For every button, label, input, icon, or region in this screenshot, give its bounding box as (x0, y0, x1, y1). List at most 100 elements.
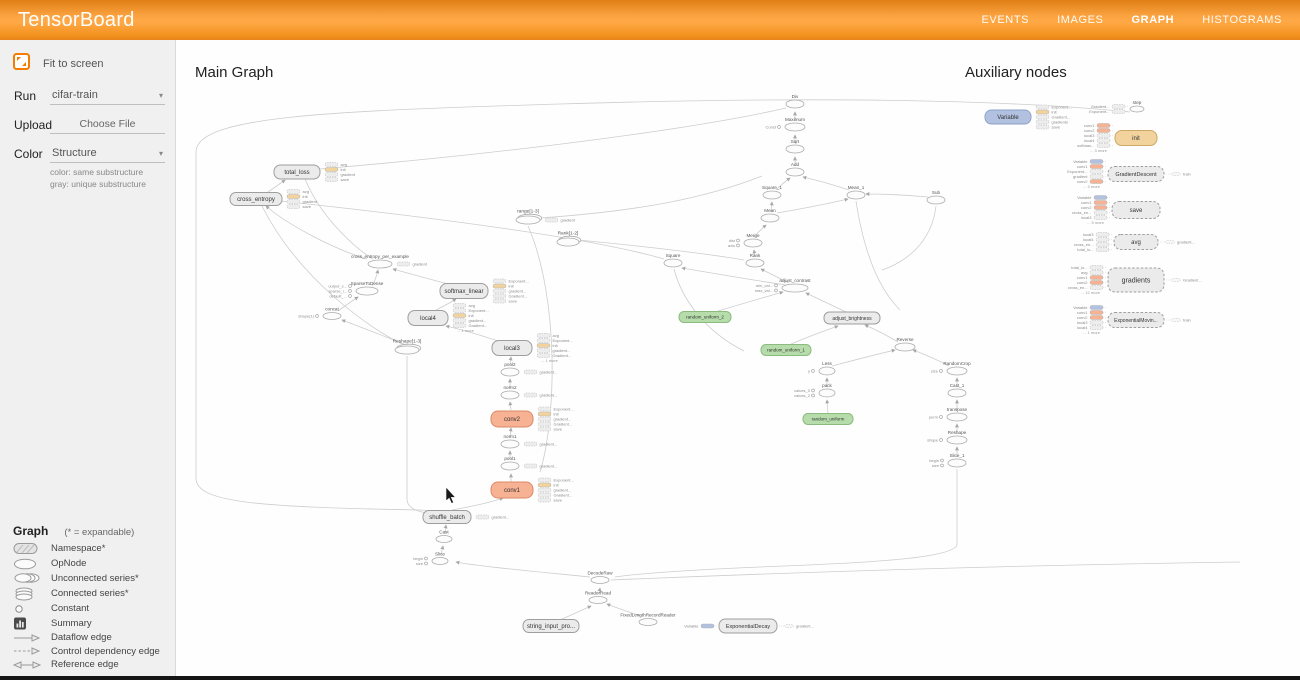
graph-node-sparse-to-dense[interactable]: SparseToDenseoutput_s...sparse_i...defau… (328, 281, 383, 299)
graph-node-random-uniform[interactable]: random_uniform (803, 414, 853, 425)
graph-node-rank[interactable]: Rank (746, 253, 764, 267)
graph-node-step[interactable]: stepGradient...Exponent... (1089, 100, 1144, 114)
graph-node-square[interactable]: Square (664, 253, 682, 267)
sidebar: Fit to screen Run cifar-train ▾ Upload C… (0, 40, 176, 676)
graph-node-string-input-producer[interactable]: string_input_pro... (523, 620, 579, 633)
fit-to-screen-icon (12, 52, 31, 76)
svg-text:gradient...: gradient... (1177, 240, 1195, 245)
svg-text:pool2: pool2 (504, 362, 516, 367)
graph-node-gradient-descent[interactable]: GradientDescentVariableconv1Exponent...g… (1067, 159, 1191, 189)
graph-node-exponential-decay[interactable]: ExponentialDecayVariablegradient... (684, 619, 814, 633)
graph-node-concat[interactable]: concatshape(1) (298, 307, 341, 320)
svg-text:local3: local3 (504, 346, 520, 352)
graph-node-decode-raw[interactable]: DecodeRaw (587, 571, 613, 584)
graph-node-square-1[interactable]: Square_1 (762, 185, 782, 199)
graph-node-transpose[interactable]: transposeperm (929, 407, 968, 421)
graph-node-fixed-length-record-reader[interactable]: FixedLengthRecordReader (620, 613, 676, 626)
graph-node-local3[interactable]: local3avgExponent...initgradient...Gradi… (492, 333, 573, 363)
svg-text:Rank[1-2]: Rank[1-2] (558, 231, 579, 237)
graph-node-norm1[interactable]: norm1gradient... (501, 434, 557, 448)
summary-icon (13, 617, 43, 630)
svg-text:random_uniform: random_uniform (812, 417, 845, 422)
graph-node-shuffle-batch[interactable]: shuffle_batchgradient... (423, 511, 509, 524)
fit-to-screen-label: Fit to screen (43, 58, 104, 70)
graph-node-reader-read[interactable]: ReaderRead (585, 591, 611, 604)
graph-node-adjust-contrast[interactable]: adjust_contrastmin_val...max_val... (755, 278, 812, 293)
graph-node-norm2[interactable]: norm2gradient... (501, 385, 557, 399)
svg-text:Reshape[1-3]: Reshape[1-3] (393, 339, 422, 345)
graph-node-variable[interactable]: VariableExponent...initGradient...gradie… (985, 105, 1072, 130)
svg-text:gradient...: gradient... (540, 370, 558, 375)
svg-text:local4: local4 (420, 316, 436, 322)
graph-node-reshape[interactable]: Reshapeshape (927, 430, 967, 444)
svg-text:conv2: conv2 (504, 417, 521, 423)
graph-node-cast-1[interactable]: Cast_1 (948, 383, 966, 397)
svg-text:gradients: gradients (1122, 278, 1151, 285)
svg-text:Slice: Slice (435, 552, 445, 557)
graph-node-conv2[interactable]: conv2Exponent...initgradient...Gradient.… (491, 407, 574, 432)
graph-node-total_loss[interactable]: total_lossavginitgradientsave (274, 162, 356, 182)
choose-file-button[interactable]: Choose File (50, 116, 165, 134)
graph-svg: total_lossavginitgradientsave cross_entro… (177, 40, 1300, 676)
graph-node-sub[interactable]: Sub (927, 190, 945, 204)
main-graph-title: Main Graph (195, 64, 273, 81)
fit-to-screen-button[interactable]: Fit to screen (12, 52, 163, 76)
svg-text:Less: Less (822, 361, 832, 366)
graph-node-gradients[interactable]: gradientstotal_lo...avgconv1conv2cross_e… (1068, 265, 1202, 295)
tab-histograms[interactable]: HISTOGRAMS (1202, 14, 1282, 26)
graph-node-reshape-1-3[interactable]: Reshape[1-3] (393, 339, 422, 355)
graph-node-slice-1[interactable]: Slice_1beginsize (929, 453, 966, 468)
graph-node-less[interactable]: Lessy (808, 361, 835, 375)
svg-text:adjust_contrast: adjust_contrast (779, 278, 811, 283)
graph-node-pack[interactable]: packvalues_0values_2 (794, 383, 835, 398)
tab-events[interactable]: EVENTS (981, 14, 1029, 26)
graph-node-reverse[interactable]: Reverse (895, 337, 915, 351)
graph-node-softmax-linear[interactable]: softmax_linearExponent...initgradient...… (440, 279, 529, 304)
graph-node-div[interactable]: Div (786, 94, 804, 108)
graph-node-maximum[interactable]: MaximumConst (766, 117, 806, 131)
svg-text:train: train (1183, 318, 1191, 323)
svg-text:... 3 more: ... 3 more (1090, 148, 1108, 153)
graph-node-cross_entropy[interactable]: cross_entropyavginitgradientsave (230, 189, 318, 209)
run-select[interactable]: cifar-train ▾ (50, 87, 165, 105)
graph-node-sqrt[interactable]: Sqrt (786, 139, 804, 153)
reference-edge-icon (13, 660, 43, 670)
graph-node-add[interactable]: Add (786, 162, 804, 176)
svg-text:shape: shape (927, 438, 939, 443)
graph-node-pool2[interactable]: pool2 gradient... (501, 362, 557, 376)
svg-text:concat: concat (325, 307, 339, 312)
svg-text:transpose: transpose (947, 407, 968, 412)
graph-node-cast[interactable]: Cast (436, 530, 452, 543)
graph-node-random-uniform-2[interactable]: random_uniform_2 (679, 312, 731, 323)
color-select[interactable]: Structure ▾ (50, 145, 165, 163)
upload-label: Upload (14, 116, 50, 132)
graph-node-rank-1-2[interactable]: Rank[1-2] (557, 231, 581, 247)
tab-graph[interactable]: GRAPH (1132, 14, 1175, 26)
svg-text:Gradient...: Gradient... (1183, 278, 1202, 283)
graph-node-merge[interactable]: Mergedistaxis (728, 233, 762, 248)
graph-node-conv1[interactable]: conv1Exponent...initgradient...Gradient.… (491, 478, 574, 503)
graph-node-slice[interactable]: Slicebeginsize (413, 552, 448, 567)
graph-node-mean[interactable]: Mean (761, 208, 779, 222)
svg-text:gradient: gradient (413, 262, 428, 267)
tensorboard-window: { "header": { "title": "TensorBoard", "n… (0, 0, 1300, 680)
tab-images[interactable]: IMAGES (1057, 14, 1103, 26)
graph-node-pool1[interactable]: pool1gradient... (501, 456, 557, 470)
opnode-icon (13, 558, 43, 570)
graph-node-save[interactable]: saveVariableconv1conv2cross_en...local3.… (1072, 195, 1160, 225)
graph-node-mean-1[interactable]: Mean_1 (847, 185, 865, 199)
graph-node-init[interactable]: initconv1conv2local3local4softmax...... … (1077, 123, 1157, 153)
graph-node-adjust-brightness[interactable]: adjust_brightness (824, 312, 880, 324)
graph-node-cross-entropy-per-example[interactable]: cross_entropy_per_examplegradient (351, 254, 428, 268)
dropdown-caret-icon: ▾ (159, 149, 163, 158)
graph-node-random-uniform-1[interactable]: random_uniform_1 (761, 345, 811, 356)
graph-canvas[interactable]: total_lossavginitgradientsave cross_entro… (177, 40, 1300, 676)
auxiliary-nodes-title: Auxiliary nodes (965, 64, 1067, 81)
graph-node-avg[interactable]: avglocal3local4cross_en...total_lo...gra… (1074, 232, 1195, 252)
color-row: Color Structure ▾ (14, 145, 165, 163)
graph-node-random-crop[interactable]: RandomCropsize (931, 361, 971, 375)
legend-item-dataflow-edge: Dataflow edge (13, 632, 171, 643)
graph-node-exponential-moving-average[interactable]: ExponentialMovin...Variableconv1conv2loc… (1073, 305, 1191, 335)
graph-node-local4[interactable]: local4avgExponent...initgradient...Gradi… (408, 303, 489, 333)
dropdown-caret-icon: ▾ (159, 91, 163, 100)
